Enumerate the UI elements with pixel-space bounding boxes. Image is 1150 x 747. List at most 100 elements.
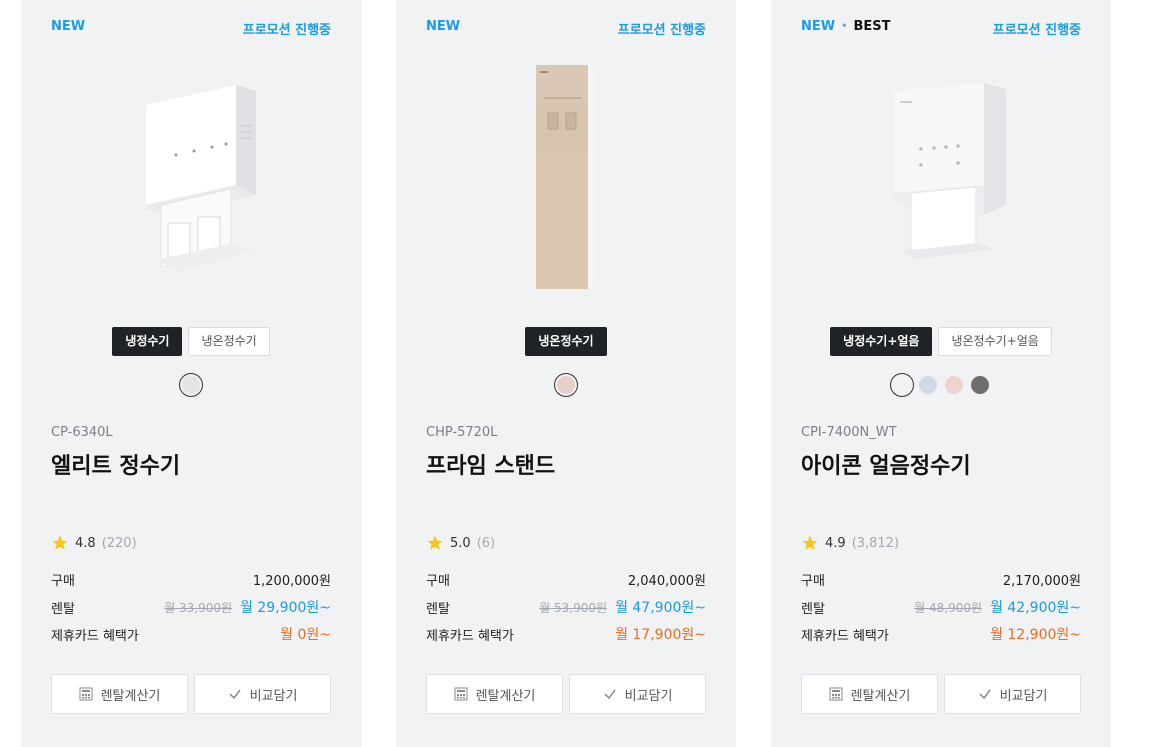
card-benefit-price: 월 12,900원~ — [990, 627, 1081, 643]
card-benefit-price: 월 0원~ — [280, 627, 331, 643]
compare-button[interactable]: 비교담기 — [194, 674, 331, 714]
promotion-label[interactable]: 프로모션 진행중 — [243, 19, 331, 38]
card-benefit-label: 제휴카드 혜택가 — [426, 628, 514, 644]
type-option-hot-cold-ice[interactable]: 냉온정수기+얼음 — [938, 327, 1052, 356]
calculator-icon — [79, 687, 93, 701]
buy-price-row: 구매 2,170,000원 — [801, 570, 1081, 589]
star-icon — [427, 535, 443, 550]
product-image[interactable] — [21, 55, 361, 305]
color-selector — [396, 376, 736, 394]
type-option-hot-cold[interactable]: 냉온정수기 — [525, 327, 607, 356]
star-icon — [802, 535, 818, 550]
rental-label: 렌탈 — [801, 601, 825, 617]
card-benefit-row: 제휴카드 혜택가 월 0원~ — [51, 624, 331, 644]
ice-purifier-image — [894, 83, 1006, 259]
new-badge: NEW — [51, 19, 86, 34]
product-name[interactable]: 프라임 스탠드 — [426, 448, 555, 480]
review-count: (220) — [101, 535, 137, 551]
product-card[interactable]: NEW • BEST 프로모션 진행중 냉정수기+얼음 냉온정수기+얼음 CPI… — [771, 0, 1111, 747]
rental-calculator-label: 렌탈계산기 — [850, 688, 911, 704]
buy-price: 2,170,000원 — [1002, 574, 1081, 589]
type-option-hot-cold[interactable]: 냉온정수기 — [188, 327, 270, 356]
rental-price-row: 렌탈 월 33,900원 월 29,900원~ — [51, 597, 331, 617]
card-benefit-label: 제휴카드 혜택가 — [801, 628, 889, 644]
card-actions: 렌탈계산기 비교담기 — [51, 674, 331, 714]
color-swatch-white[interactable] — [893, 376, 911, 394]
compare-label: 비교담기 — [999, 688, 1048, 704]
product-name[interactable]: 엘리트 정수기 — [51, 448, 180, 480]
product-name[interactable]: 아이콘 얼음정수기 — [801, 448, 971, 480]
calculator-icon — [454, 687, 468, 701]
rental-calculator-button[interactable]: 렌탈계산기 — [51, 674, 188, 714]
product-image[interactable] — [396, 55, 736, 305]
compare-label: 비교담기 — [624, 688, 673, 704]
check-icon — [229, 689, 241, 700]
card-actions: 렌탈계산기 비교담기 — [801, 674, 1081, 714]
badge-group: NEW — [426, 19, 460, 34]
product-image[interactable] — [771, 55, 1111, 305]
type-option-cold-ice[interactable]: 냉정수기+얼음 — [830, 327, 933, 356]
product-card[interactable]: NEW 프로모션 진행중 냉정수기 냉온정수기 CP-6340L 엘리트 정수기 — [21, 0, 361, 747]
type-selector: 냉정수기 냉온정수기 — [21, 327, 361, 356]
check-icon — [979, 689, 991, 700]
compare-label: 비교담기 — [249, 688, 298, 704]
promotion-label[interactable]: 프로모션 진행중 — [618, 19, 706, 38]
type-selector: 냉정수기+얼음 냉온정수기+얼음 — [771, 327, 1111, 356]
color-swatch-blue[interactable] — [919, 376, 937, 394]
buy-price: 1,200,000원 — [252, 574, 331, 589]
card-benefit-row: 제휴카드 혜택가 월 17,900원~ — [426, 624, 706, 644]
rating: 4.8 (220) — [51, 534, 137, 552]
rating: 5.0 (6) — [426, 534, 495, 552]
rental-calculator-button[interactable]: 렌탈계산기 — [426, 674, 563, 714]
rental-calculator-label: 렌탈계산기 — [100, 688, 161, 704]
review-count: (6) — [476, 535, 496, 551]
rating: 4.9 (3,812) — [801, 534, 899, 552]
best-badge: BEST — [853, 19, 891, 34]
model-code: CPI-7400N_WT — [801, 425, 897, 440]
card-actions: 렌탈계산기 비교담기 — [426, 674, 706, 714]
color-selector — [771, 376, 1111, 394]
rental-calculator-label: 렌탈계산기 — [475, 688, 536, 704]
buy-price: 2,040,000원 — [627, 574, 706, 589]
card-benefit-row: 제휴카드 혜택가 월 12,900원~ — [801, 624, 1081, 644]
rental-label: 렌탈 — [426, 601, 450, 617]
buy-price-row: 구매 2,040,000원 — [426, 570, 706, 589]
rental-original-price: 월 53,900원 — [539, 600, 608, 615]
badge-group: NEW • BEST — [801, 19, 891, 34]
color-swatch-pink[interactable] — [945, 376, 963, 394]
buy-label: 구매 — [801, 574, 825, 589]
type-option-cold[interactable]: 냉정수기 — [112, 327, 183, 356]
stand-purifier-image — [536, 65, 598, 289]
rental-original-price: 월 48,900원 — [914, 600, 983, 615]
rental-price-row: 렌탈 월 53,900원 월 47,900원~ — [426, 597, 706, 617]
color-swatch-white[interactable] — [182, 376, 200, 394]
model-code: CP-6340L — [51, 425, 113, 440]
rental-calculator-button[interactable]: 렌탈계산기 — [801, 674, 938, 714]
star-icon — [52, 535, 68, 550]
model-code: CHP-5720L — [426, 425, 498, 440]
color-swatch-beige[interactable] — [557, 376, 575, 394]
rental-price: 월 47,900원~ — [615, 600, 706, 616]
badge-separator: • — [841, 21, 848, 32]
promotion-label[interactable]: 프로모션 진행중 — [993, 19, 1081, 38]
countertop-purifier-image — [146, 85, 256, 271]
compare-button[interactable]: 비교담기 — [569, 674, 706, 714]
rental-label: 렌탈 — [51, 601, 75, 617]
rating-score: 5.0 — [450, 535, 471, 551]
rental-original-price: 월 33,900원 — [164, 600, 233, 615]
badge-group: NEW — [51, 19, 85, 34]
color-swatch-gray[interactable] — [971, 376, 989, 394]
product-card[interactable]: NEW 프로모션 진행중 냉온정수기 CHP-5720L 프라임 스탠드 5.0… — [396, 0, 736, 747]
color-selector — [21, 376, 361, 394]
card-benefit-label: 제휴카드 혜택가 — [51, 628, 139, 644]
rating-score: 4.8 — [75, 535, 96, 551]
type-selector: 냉온정수기 — [396, 327, 736, 356]
check-icon — [604, 689, 616, 700]
compare-button[interactable]: 비교담기 — [944, 674, 1081, 714]
review-count: (3,812) — [851, 535, 900, 551]
buy-label: 구매 — [426, 574, 450, 589]
card-benefit-price: 월 17,900원~ — [615, 627, 706, 643]
rating-score: 4.9 — [825, 535, 846, 551]
buy-price-row: 구매 1,200,000원 — [51, 570, 331, 589]
buy-label: 구매 — [51, 574, 75, 589]
